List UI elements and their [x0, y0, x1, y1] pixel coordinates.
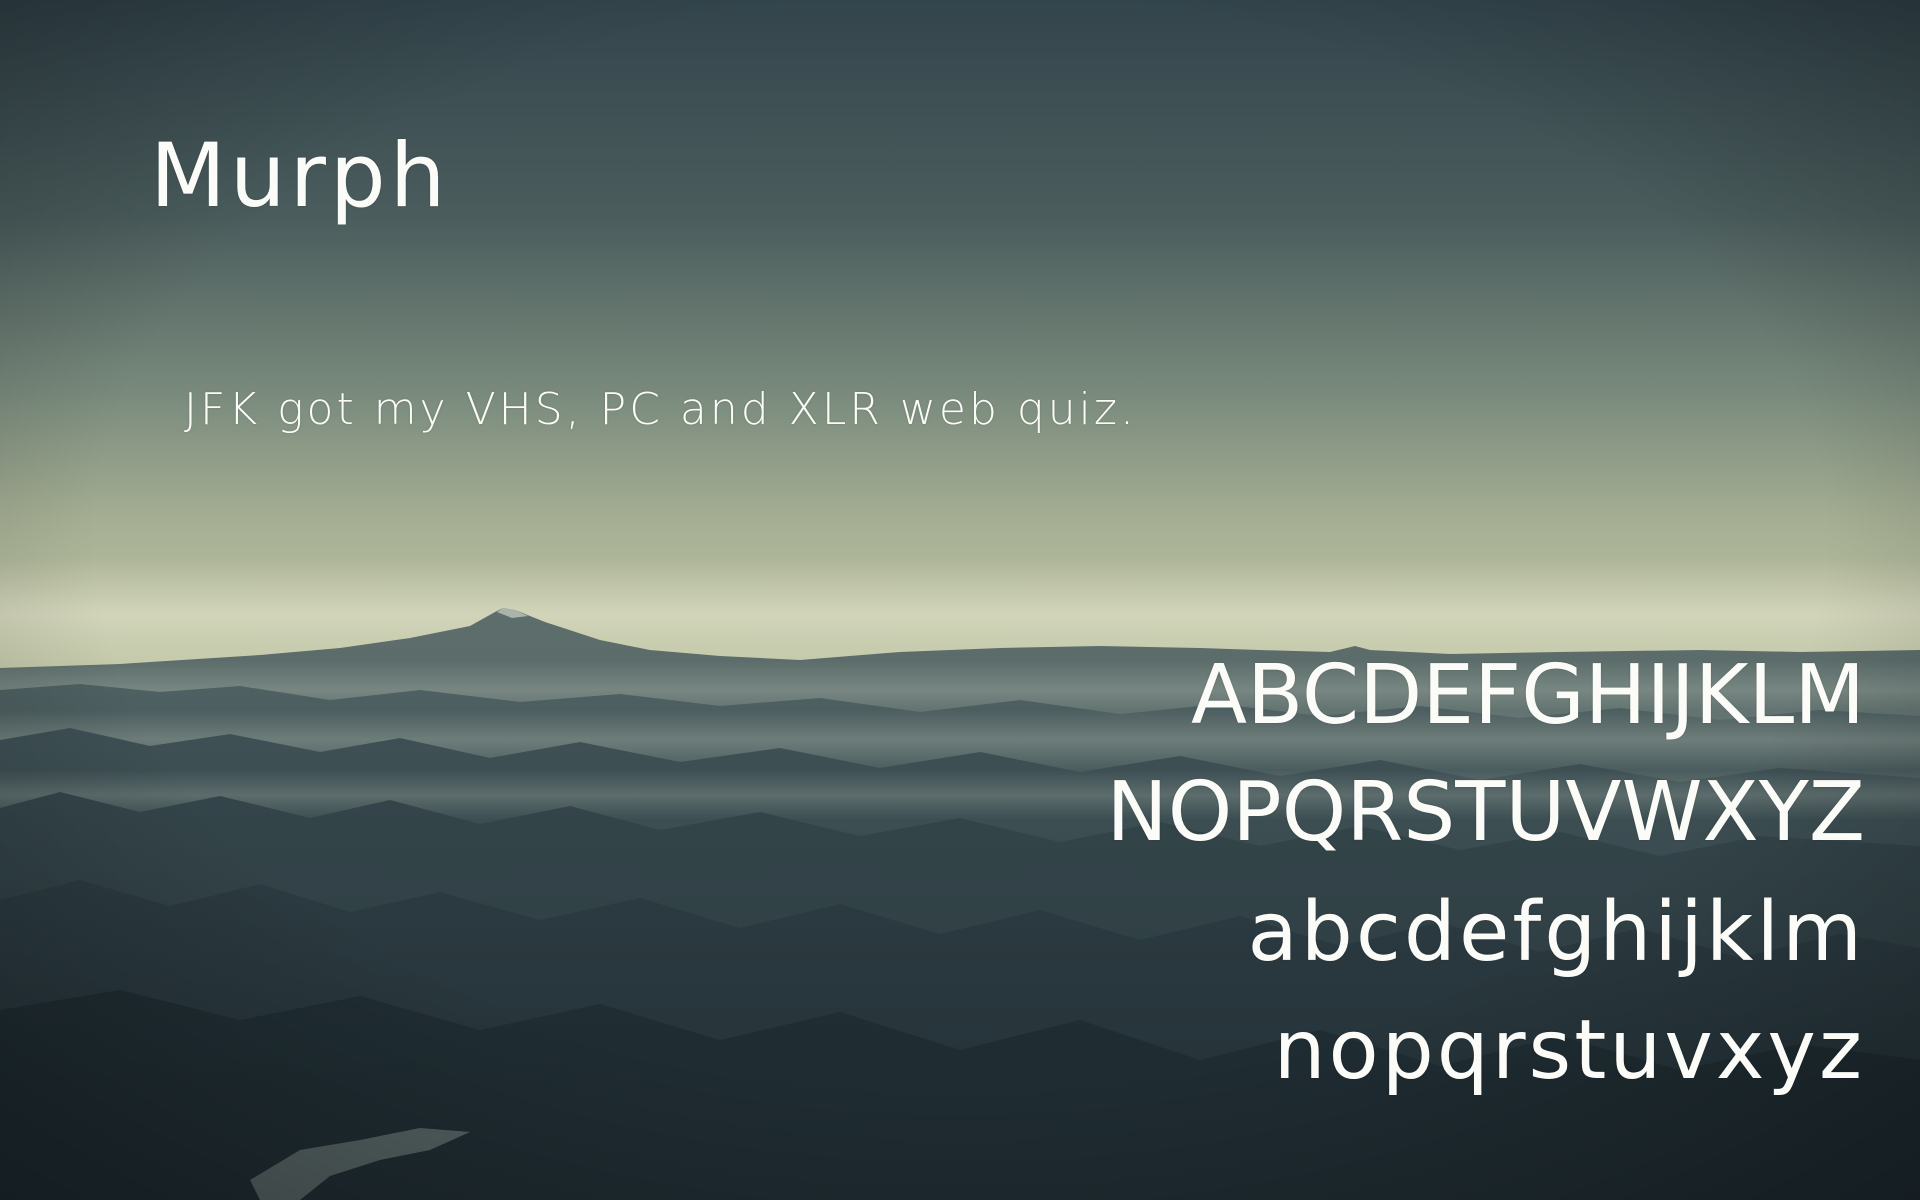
- alphabet-uppercase-line-2: NOPQRSTUVWXYZ: [1106, 765, 1865, 860]
- font-specimen-canvas: Murph JFK got my VHS, PC and XLR web qui…: [0, 0, 1920, 1200]
- pangram-sample-text: JFK got my VHS, PC and XLR web quiz.: [184, 384, 1137, 435]
- alphabet-lowercase-line-2: nopqrstuvxyz: [1273, 1003, 1865, 1098]
- font-name-title: Murph: [150, 124, 450, 227]
- alphabet-lowercase-line-1: abcdefghijklm: [1247, 885, 1865, 980]
- alphabet-uppercase-line-1: ABCDEFGHIJKLM: [1190, 648, 1865, 743]
